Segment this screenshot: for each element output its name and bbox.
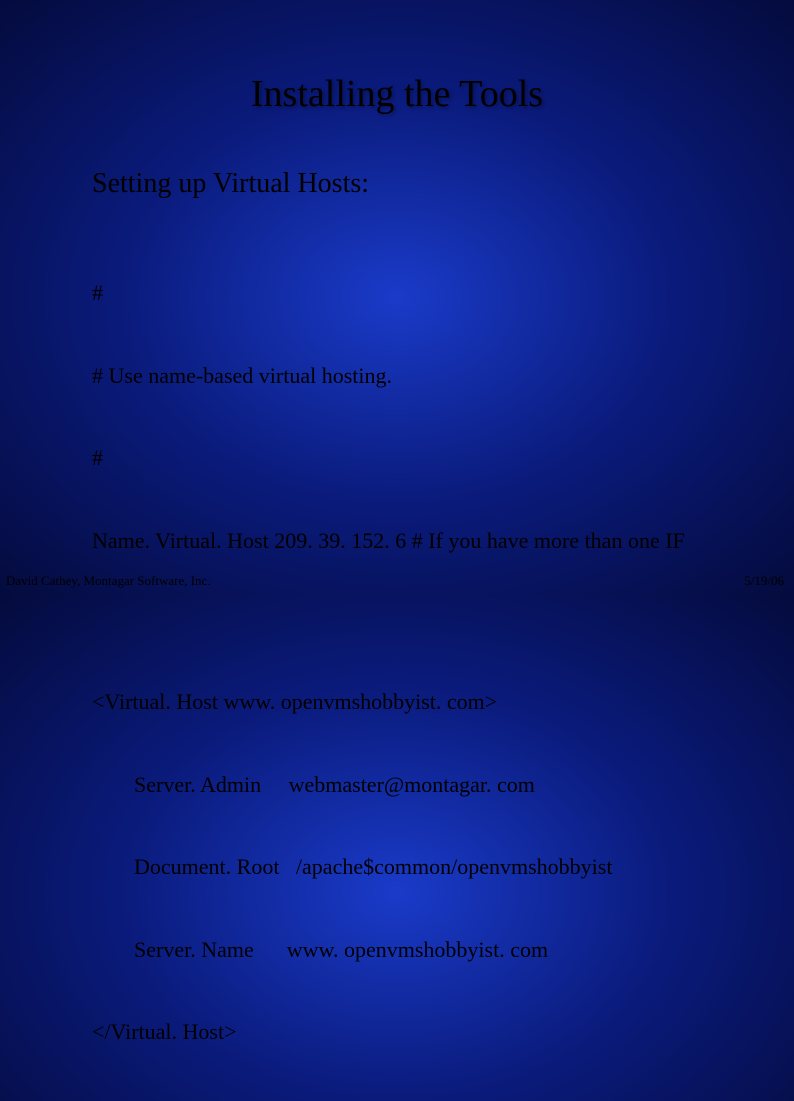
slide-title: Installing the Tools [0, 0, 794, 116]
config-line: Server. Admin webmaster@montagar. com [92, 771, 794, 799]
config-line: <Virtual. Host www. openvmshobbyist. com… [92, 688, 794, 716]
config-line: # [92, 444, 794, 472]
config-line: Document. Root /apache$common/openvmshob… [92, 853, 794, 881]
slide-subtitle: Setting up Virtual Hosts: [92, 168, 794, 200]
config-line: Server. Name www. openvmshobbyist. com [92, 936, 794, 964]
footer-date: 5/19/06 [744, 573, 784, 589]
footer: David Cathey, Montagar Software, Inc. 5/… [6, 573, 784, 589]
config-line: </Virtual. Host> [92, 1018, 794, 1046]
config-block-2: <Virtual. Host www. openvmshobbyist. com… [92, 633, 794, 1101]
config-line: # Use name-based virtual hosting. [92, 362, 794, 390]
config-line: # [92, 279, 794, 307]
slide: Installing the Tools Setting up Virtual … [0, 0, 794, 595]
config-block-1: # # Use name-based virtual hosting. # Na… [92, 224, 794, 609]
footer-author: David Cathey, Montagar Software, Inc. [6, 573, 211, 589]
config-line: Name. Virtual. Host 209. 39. 152. 6 # If… [92, 527, 794, 555]
